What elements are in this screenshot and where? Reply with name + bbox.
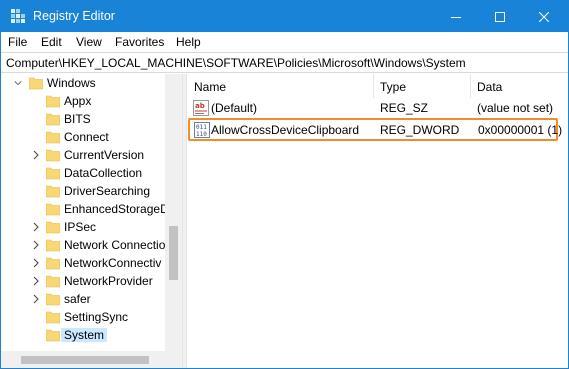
string-value-icon: ab [193, 100, 209, 116]
menu-edit[interactable]: Edit [41, 35, 62, 49]
tree-item-bits[interactable]: BITS [1, 110, 165, 128]
tree-item-enhancedstoraged[interactable]: EnhancedStorageD [1, 200, 169, 218]
tree-item-label: Network Connectio [64, 238, 166, 252]
tree-item-windows[interactable]: Windows [1, 74, 165, 92]
tree-item-label: NetworkProvider [64, 274, 153, 288]
tree-item-currentversion[interactable]: CurrentVersion [1, 146, 165, 164]
tree-item-connect[interactable]: Connect [1, 128, 165, 146]
value-type: REG_DWORD [380, 123, 460, 137]
value-type: REG_SZ [380, 101, 429, 115]
folder-icon [46, 131, 60, 144]
svg-text:011: 011 [196, 124, 207, 131]
folder-icon [29, 77, 43, 90]
tree-horizontal-scrollbar[interactable] [1, 351, 182, 368]
folder-icon [46, 185, 60, 198]
folder-icon [46, 95, 60, 108]
folder-icon [46, 293, 60, 306]
key-tree-pane[interactable]: Windows Appx BITS Connect CurrentVersion Dat… [1, 74, 182, 368]
tree-item-system[interactable]: System [1, 326, 165, 344]
chevron-right-icon[interactable] [32, 258, 40, 268]
chevron-right-icon[interactable] [32, 294, 40, 304]
values-list-pane[interactable]: Name Type Data ab (Default) REG_SZ (valu… [187, 74, 568, 368]
tree-item-label: IPSec [64, 220, 97, 234]
tree-item-network-connectio[interactable]: Network Connectio [1, 236, 165, 254]
value-name: AllowCrossDeviceClipboard [211, 123, 360, 137]
binary-value-icon: 011 110 [194, 122, 210, 138]
title-bar[interactable]: Registry Editor [1, 1, 568, 32]
chevron-right-icon[interactable] [32, 150, 40, 160]
chevron-right-icon[interactable] [32, 222, 40, 232]
svg-text:ab: ab [195, 102, 205, 110]
chevron-right-icon[interactable] [32, 240, 40, 250]
tree-item-label: safer [64, 292, 91, 306]
column-header-type[interactable]: Type [373, 74, 470, 98]
tree-vertical-scroll-thumb[interactable] [169, 226, 178, 280]
tree-vertical-scrollbar[interactable] [165, 74, 182, 351]
maximize-icon [495, 11, 505, 22]
tree-item-label: Appx [64, 94, 92, 108]
tree-item-label: Connect [64, 130, 109, 144]
tree-item-label: Windows [47, 76, 96, 90]
tree-item-label: CurrentVersion [64, 148, 145, 162]
minimize-button[interactable] [434, 1, 478, 32]
tree-item-label: BITS [64, 112, 91, 126]
tree-item-datacollection[interactable]: DataCollection [1, 164, 165, 182]
folder-icon [46, 311, 60, 324]
svg-text:110: 110 [196, 131, 207, 138]
maximize-button[interactable] [478, 1, 522, 32]
column-header-data[interactable]: Data [470, 74, 568, 98]
folder-icon [46, 149, 60, 162]
value-row-highlighted[interactable]: 011 110 AllowCrossDeviceClipboard REG_DW… [188, 118, 562, 141]
window-title: Registry Editor [33, 9, 115, 23]
address-path[interactable]: Computer\HKEY_LOCAL_MACHINE\SOFTWARE\Pol… [6, 56, 466, 70]
tree-item-label: EnhancedStorageD [64, 202, 169, 216]
folder-icon [46, 257, 60, 270]
tree-item-label: DataCollection [64, 166, 143, 180]
menu-bar: File Edit View Favorites Help [1, 32, 568, 52]
value-name: (Default) [211, 101, 258, 115]
address-bar[interactable]: Computer\HKEY_LOCAL_MACHINE\SOFTWARE\Pol… [1, 52, 568, 73]
minimize-icon [451, 16, 461, 18]
folder-icon [46, 203, 60, 216]
menu-file[interactable]: File [8, 35, 27, 49]
menu-view[interactable]: View [76, 35, 102, 49]
value-data: 0x00000001 (1) [478, 123, 563, 137]
column-header-type-label: Type [380, 80, 407, 94]
value-data: (value not set) [477, 101, 554, 115]
column-header-data-label: Data [477, 80, 503, 94]
tree-item-safer[interactable]: safer [1, 290, 165, 308]
tree-item-label: DriverSearching [64, 184, 151, 198]
chevron-right-icon[interactable] [32, 276, 40, 286]
menu-favorites[interactable]: Favorites [115, 35, 164, 49]
folder-icon [46, 221, 60, 234]
registry-editor-app-icon [11, 9, 25, 23]
column-header-name[interactable]: Name [187, 74, 373, 98]
value-row[interactable]: ab (Default) REG_SZ (value not set) [187, 98, 559, 118]
tree-item-driversearching[interactable]: DriverSearching [1, 182, 165, 200]
tree-item-label: SettingSync [64, 310, 129, 324]
folder-icon [46, 113, 60, 126]
tree-item-networkconnectiv[interactable]: NetworkConnectiv [1, 254, 165, 272]
close-button[interactable] [522, 1, 566, 32]
folder-icon [46, 239, 60, 252]
scrollbar-corner [165, 351, 182, 368]
tree-item-ipsec[interactable]: IPSec [1, 218, 165, 236]
tree-horizontal-scroll-thumb[interactable] [21, 356, 149, 364]
close-icon [539, 11, 549, 22]
tree-item-appx[interactable]: Appx [1, 92, 165, 110]
tree-item-settingsync[interactable]: SettingSync [1, 308, 165, 326]
menu-help[interactable]: Help [176, 35, 201, 49]
folder-icon [46, 329, 60, 342]
folder-icon [46, 167, 60, 180]
tree-item-label: NetworkConnectiv [64, 256, 162, 270]
tree-item-label: System [61, 328, 108, 342]
tree-item-networkprovider[interactable]: NetworkProvider [1, 272, 165, 290]
column-header-name-label: Name [194, 80, 227, 94]
chevron-down-icon[interactable] [14, 78, 22, 88]
folder-icon [46, 275, 60, 288]
registry-editor-window: Registry Editor File Edit View Favorites… [0, 0, 569, 369]
